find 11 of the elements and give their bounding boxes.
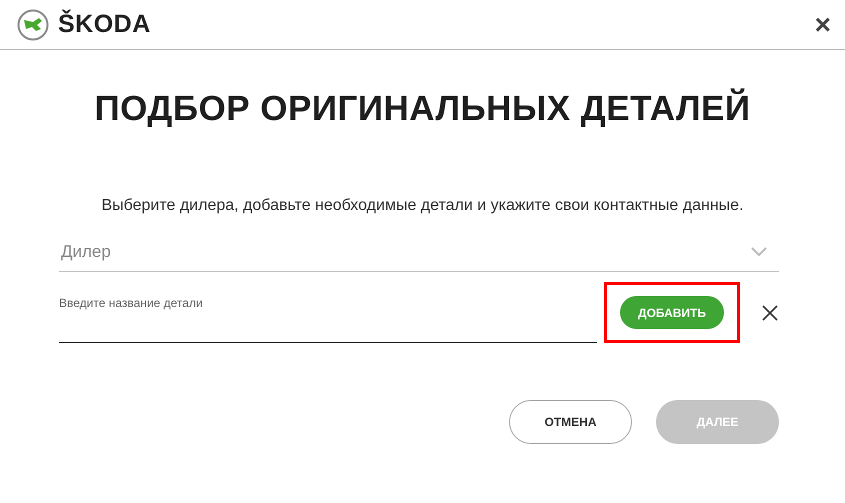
logo-icon	[17, 8, 49, 40]
intro-text: Выберите дилера, добавьте необходимые детали и укажите свои контактные данные.	[100, 197, 745, 215]
page-title: ПОДБОР ОРИГИНАЛЬНЫХ ДЕТАЛЕЙ	[93, 88, 752, 130]
close-icon[interactable]	[762, 304, 778, 320]
chevron-icon	[751, 247, 767, 257]
close-button[interactable]: ×	[812, 10, 833, 38]
add-button[interactable]: ДОБАВИТЬ	[620, 296, 724, 329]
brand-name: ŠKODA	[58, 10, 151, 39]
part-name-field[interactable]: Введите название детали	[59, 282, 597, 343]
cancel-button[interactable]: ОТМЕНА	[509, 400, 632, 444]
dealer-select[interactable]: Дилер	[59, 233, 779, 272]
